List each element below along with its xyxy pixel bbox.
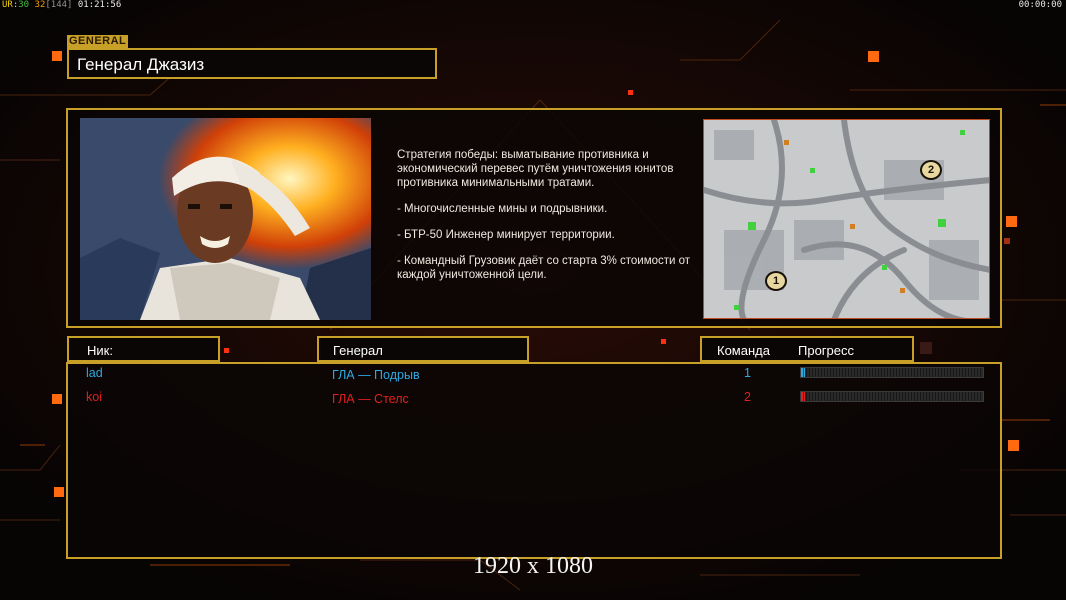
player-progress-bar xyxy=(800,367,984,378)
general-column-header: Генерал xyxy=(317,336,529,362)
description-bullet-btr: - БТР-50 Инженер минирует территории. xyxy=(397,229,615,241)
player-nick: koi xyxy=(86,390,102,404)
player-team: 2 xyxy=(744,390,751,404)
team-progress-column-header: Команда Прогресс xyxy=(700,336,914,362)
general-name: Генерал Джазиз xyxy=(77,55,205,74)
description-bullet-mines: - Многочисленные мины и подрывники. xyxy=(397,203,608,215)
nick-column-header: Ник: xyxy=(67,336,220,362)
progress-header-label: Прогресс xyxy=(798,343,855,358)
start-position-marker-1: 1 xyxy=(765,271,787,291)
hud-segment: 30 xyxy=(18,0,30,10)
player-nick: lad xyxy=(86,366,103,380)
player-general: ГЛА — Подрыв xyxy=(332,368,420,382)
start-position-marker-2: 2 xyxy=(920,160,942,180)
hud-stats: UR:30 32[144] 01:21:56 xyxy=(2,0,121,10)
hud-segment: 32 xyxy=(34,0,46,10)
team-header-label: Команда xyxy=(717,343,770,358)
player-general: ГЛА — Стелс xyxy=(332,392,409,406)
hud-segment: UR: xyxy=(2,0,19,10)
hud-timer: 00:00:00 xyxy=(1018,0,1062,10)
player-progress-bar xyxy=(800,391,984,402)
resolution-label: 1920 x 1080 xyxy=(473,553,593,579)
description-strategy: Стратегия победы: выматывание противника… xyxy=(397,149,674,189)
nick-header-label: Ник: xyxy=(87,343,113,358)
player-team: 1 xyxy=(744,366,751,380)
hud-segment: 01:21:56 xyxy=(72,0,122,10)
hud-segment: [144] xyxy=(45,0,73,10)
map-preview: 1 2 xyxy=(703,119,990,319)
general-title-box: Генерал Джазиз xyxy=(67,48,437,79)
general-header-label: Генерал xyxy=(333,343,383,358)
general-description: Стратегия победы: выматывание противника… xyxy=(397,148,697,294)
general-portrait xyxy=(80,118,371,320)
general-tag: GENERAL xyxy=(67,35,129,48)
description-bullet-truck: - Командный Грузовик даёт со старта 3% с… xyxy=(397,255,691,281)
